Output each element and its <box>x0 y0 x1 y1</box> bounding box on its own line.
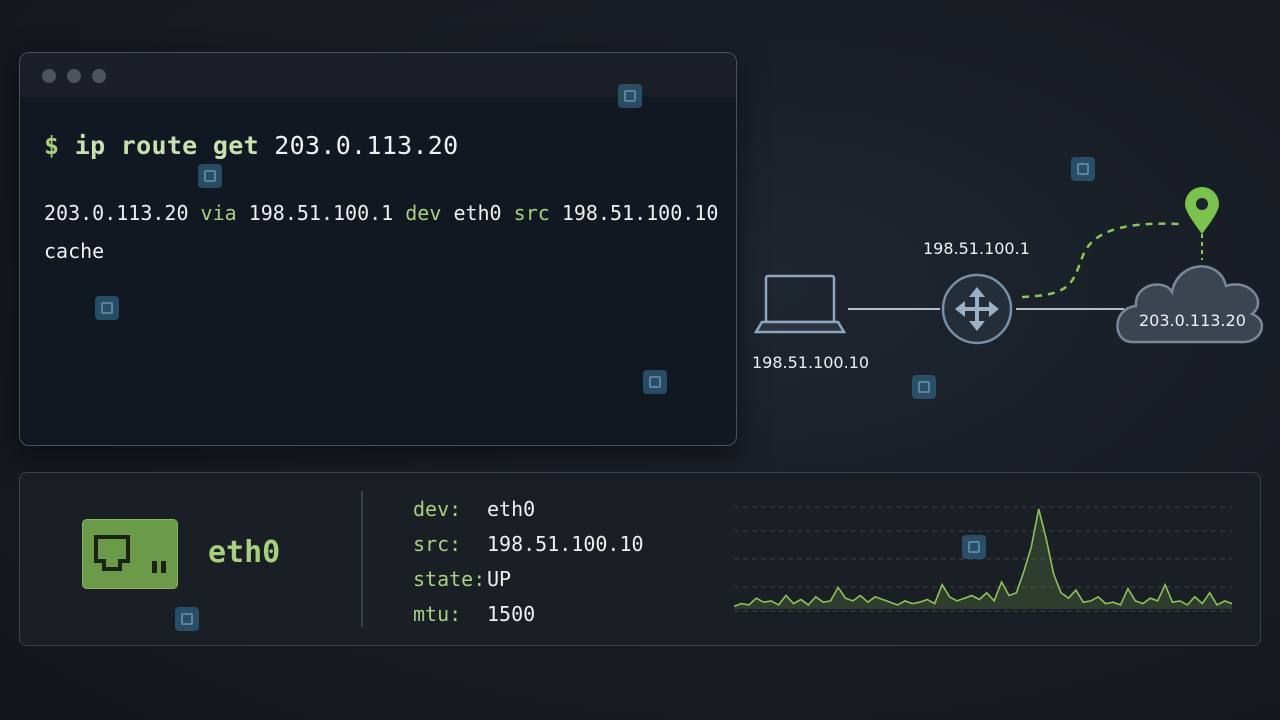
network-port-icon <box>82 519 178 589</box>
field-value: 1500 <box>487 602 536 626</box>
watermark-icon <box>962 535 986 559</box>
watermark-icon <box>175 607 199 631</box>
output-gateway: 198.51.100.1 <box>248 201 394 225</box>
field-label: dev: <box>413 497 462 521</box>
host-ip-label: 198.51.100.10 <box>752 353 870 372</box>
interface-panel: eth0 dev: eth0 src: 198.51.100.10 state:UP… <box>19 472 1261 646</box>
laptop-icon <box>753 274 847 334</box>
window-close-dot[interactable] <box>42 69 56 83</box>
output-cache: cache <box>44 239 105 263</box>
traffic-sparkline <box>734 506 1232 612</box>
field-src: src: 198.51.100.10 <box>413 532 644 556</box>
field-label: mtu: <box>413 602 462 626</box>
router-icon <box>941 273 1013 345</box>
output-dev-keyword: dev <box>405 201 442 225</box>
field-label: state: <box>413 567 486 591</box>
window-maximize-dot[interactable] <box>92 69 106 83</box>
output-dest: 203.0.113.20 <box>44 201 189 225</box>
command-text: ip route get <box>74 131 259 160</box>
output-src-keyword: src <box>513 201 550 225</box>
field-dev: dev: eth0 <box>413 497 535 521</box>
field-mtu: mtu: 1500 <box>413 602 535 626</box>
terminal-window[interactable]: $ ip route get 203.0.113.20 203.0.113.20… <box>19 52 737 446</box>
window-minimize-dot[interactable] <box>67 69 81 83</box>
field-value: eth0 <box>487 497 536 521</box>
field-label: src: <box>413 532 462 556</box>
terminal-output[interactable]: $ ip route get 203.0.113.20 203.0.113.20… <box>44 113 720 270</box>
output-via-keyword: via <box>200 201 237 225</box>
cloud-icon <box>1116 265 1264 344</box>
field-value: UP <box>487 567 512 591</box>
interface-name: eth0 <box>208 535 281 570</box>
cloud-ip-label: 203.0.113.20 <box>1139 311 1246 330</box>
watermark-icon <box>95 296 119 320</box>
watermark-icon <box>1071 157 1095 181</box>
panel-divider <box>361 491 363 627</box>
field-state: state:UP <box>413 567 511 591</box>
watermark-icon <box>618 84 642 108</box>
watermark-icon <box>198 164 222 188</box>
location-pin-icon <box>1185 187 1219 234</box>
output-src: 198.51.100.10 <box>561 201 719 225</box>
field-value: 198.51.100.10 <box>487 532 644 556</box>
command-destination: 203.0.113.20 <box>274 131 459 160</box>
router-ip-label: 198.51.100.1 <box>923 239 1030 258</box>
watermark-icon <box>912 375 936 399</box>
watermark-icon <box>643 370 667 394</box>
route-output: 203.0.113.20 via 198.51.100.1 dev eth0 s… <box>44 194 720 270</box>
prompt-symbol: $ <box>44 131 60 160</box>
output-dev: eth0 <box>453 201 502 225</box>
command-line: $ ip route get 203.0.113.20 <box>44 131 720 160</box>
network-path-diagram: 198.51.100.10 198.51.100.1 203.0.113.20 <box>740 160 1280 420</box>
